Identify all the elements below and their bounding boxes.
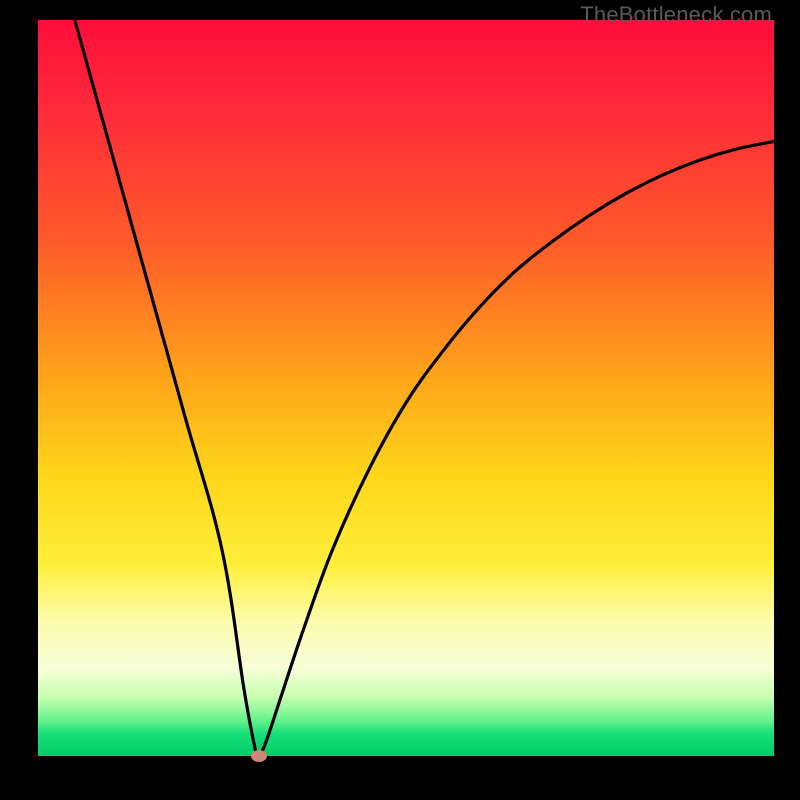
plot-area [38,20,774,756]
selected-point-marker [251,750,267,762]
curve-path [75,20,774,757]
bottleneck-curve [38,20,774,756]
chart-frame: TheBottleneck.com [0,0,800,800]
watermark-text: TheBottleneck.com [580,2,772,28]
